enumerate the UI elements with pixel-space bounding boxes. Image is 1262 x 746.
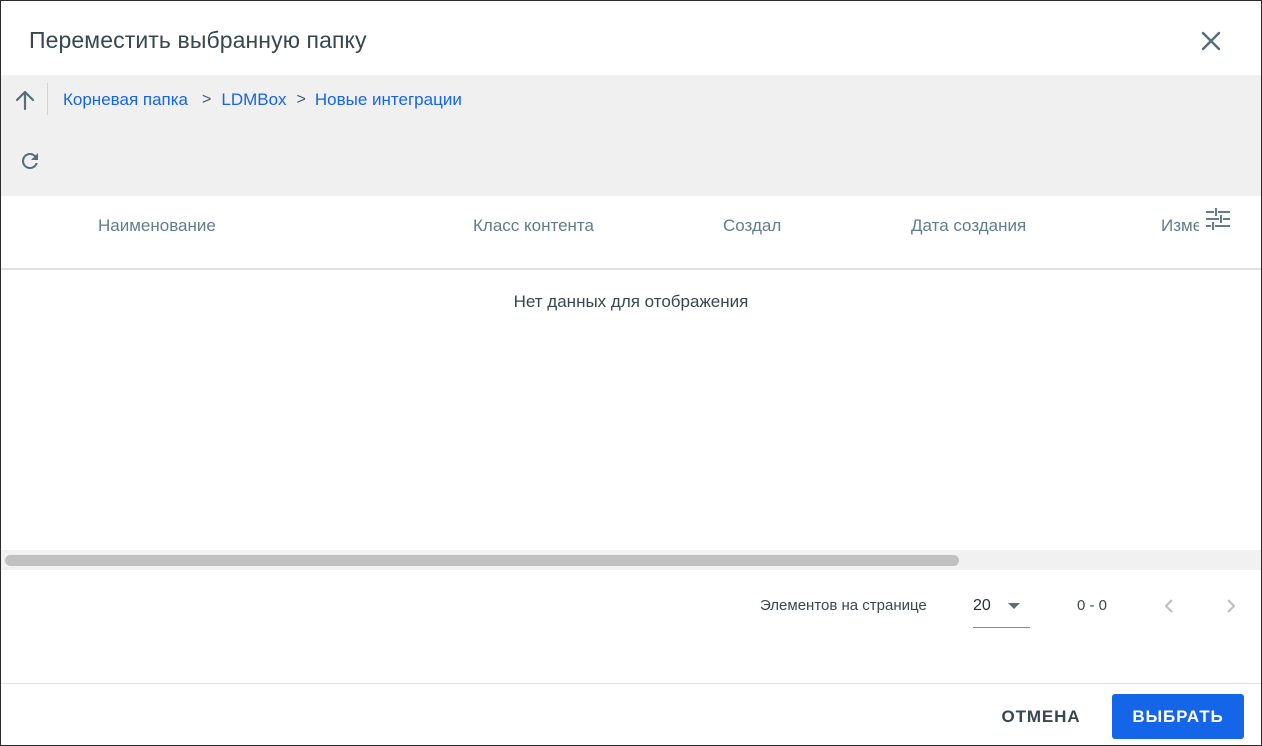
close-icon <box>1201 31 1221 51</box>
table-header: Наименование Класс контента Создал Дата … <box>1 196 1261 270</box>
column-header-name[interactable]: Наименование <box>98 216 216 236</box>
refresh-icon <box>21 152 38 169</box>
column-header-created-by[interactable]: Создал <box>723 216 781 236</box>
navigate-up-button[interactable] <box>11 85 39 115</box>
move-folder-dialog: Переместить выбранную папку Корневая пап… <box>0 0 1262 746</box>
folder-toolbar: Корневая папка > LDMBox > Новые интеграц… <box>1 75 1261 196</box>
breadcrumb-item-root[interactable]: Корневая папка <box>63 90 188 110</box>
column-settings-icon <box>1206 208 1230 230</box>
scrollbar-thumb[interactable] <box>5 555 959 566</box>
arrow-up-icon <box>15 90 35 111</box>
breadcrumb-item-new-integrations[interactable]: Новые интеграции <box>315 90 462 110</box>
column-settings-button[interactable] <box>1199 204 1237 234</box>
items-per-page-label: Элементов на странице <box>760 597 927 614</box>
footer-divider <box>1 683 1261 684</box>
chevron-left-icon <box>1164 599 1173 613</box>
page-range-label: 0 - 0 <box>1077 597 1108 614</box>
breadcrumb-item-ldmbox[interactable]: LDMBox <box>221 90 286 110</box>
column-header-created-date[interactable]: Дата создания <box>911 216 1026 236</box>
select-button[interactable]: ВЫБРАТЬ <box>1112 694 1244 739</box>
column-header-modified[interactable]: Изме <box>1161 216 1202 236</box>
items-per-page-value: 20 <box>973 597 991 614</box>
previous-page-button[interactable] <box>1157 592 1181 620</box>
empty-table-message: Нет данных для отображения <box>513 292 749 311</box>
chevron-right-icon <box>1227 599 1236 613</box>
breadcrumb-separator: > <box>296 91 306 108</box>
items-per-page-select[interactable]: 20 <box>973 588 1030 628</box>
paginator: Элементов на странице 20 0 - 0 <box>1 570 1261 683</box>
dialog-title: Переместить выбранную папку <box>29 27 367 53</box>
refresh-button[interactable] <box>15 146 45 176</box>
column-header-content-class[interactable]: Класс контента <box>473 216 594 236</box>
next-page-button[interactable] <box>1219 592 1243 620</box>
toolbar-divider <box>47 83 48 115</box>
dialog-header: Переместить выбранную папку <box>1 1 1261 75</box>
close-button[interactable] <box>1195 25 1227 57</box>
cancel-button[interactable]: ОТМЕНА <box>989 695 1093 739</box>
breadcrumb: Корневая папка > LDMBox > Новые интеграц… <box>63 89 462 111</box>
horizontal-scrollbar[interactable] <box>1 550 1261 570</box>
chevron-down-icon <box>1008 603 1020 609</box>
breadcrumb-separator: > <box>202 91 212 108</box>
